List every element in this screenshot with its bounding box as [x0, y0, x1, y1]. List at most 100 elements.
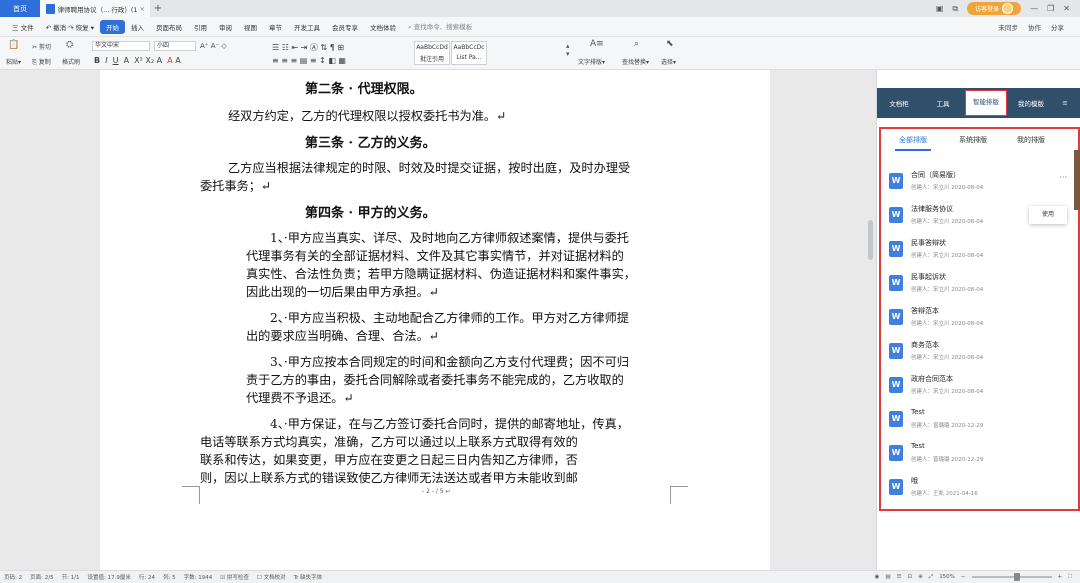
login-button[interactable]: 访客登录 [967, 2, 1022, 15]
menu-references[interactable]: 引用 [188, 22, 213, 32]
subtab-system-layouts[interactable]: 系统排版 [959, 135, 987, 145]
font-grow-shrink[interactable]: A⁺ A⁻ ◇ [200, 42, 227, 50]
layout-item[interactable]: W 答辩范本 创建人：宋立川 2020-08-04 [889, 303, 1069, 333]
home-tab[interactable]: 首页 [0, 0, 40, 17]
command-search[interactable]: ⌕ 查找命令、搜索模板 [402, 21, 478, 32]
layout-item-meta: 创建人：王凯 2021-04-16 [911, 491, 978, 497]
active-subtab-underline [895, 149, 931, 151]
align-buttons[interactable]: ≡ ≡ ≡ ▤ ≡ ↕ ◧ ▦ [272, 56, 346, 65]
more-options-icon[interactable]: ··· [1059, 173, 1067, 182]
zoom-in-icon[interactable]: + [1058, 574, 1063, 580]
text-layout-button[interactable]: 文字排版▾ [578, 57, 605, 66]
layout-item[interactable]: W Test 创建人：曾璐璐 2020-12-29 [889, 439, 1069, 469]
layout-item[interactable]: W 民事答辩状 创建人：宋立川 2020-08-04 [889, 235, 1069, 265]
zoom-slider[interactable] [971, 573, 1052, 581]
layout-item[interactable]: W Test 创建人：曾璐璐 2020-12-29 [889, 405, 1069, 435]
panel-tab-smart-layout[interactable]: 智能排版 [965, 90, 1007, 116]
find-replace-button[interactable]: 查找替换▾ [622, 57, 649, 66]
document-page[interactable]: 第二条 · 代理权限。 经双方约定，乙方的代理权限以授权委托书为准。↵ 第三条 … [100, 70, 770, 570]
collab-button[interactable]: 协作 [1028, 22, 1041, 32]
missing-fonts[interactable]: Tr 缺失字体 [294, 573, 323, 581]
globe-icon[interactable]: ⊕ [918, 574, 923, 580]
layout-item[interactable]: W 民事起诉状 创建人：宋立川 2020-08-04 [889, 269, 1069, 299]
doc-proofread-toggle[interactable]: ☐ 文档校对 [257, 573, 286, 581]
panel-tab-my-templates[interactable]: 我的模版 [1007, 98, 1055, 108]
layout-item[interactable]: W 合同（简易版） 创建人：宋立川 2020-08-04 ··· [889, 167, 1069, 197]
sync-status[interactable]: 未同步 [999, 22, 1019, 32]
paste-icon[interactable]: 📋 [8, 40, 19, 50]
format-painter-button[interactable]: 格式刷 [62, 57, 80, 66]
subtab-all-layouts[interactable]: 全部排版 [899, 135, 927, 145]
copy-label: 复制 [38, 59, 51, 66]
zoom-level[interactable]: 150% [939, 574, 955, 580]
style-gallery-scroll-icon[interactable]: ▴ ▾ [566, 42, 570, 58]
layout-icon[interactable]: ▣ [936, 4, 944, 13]
font-format-buttons[interactable]: B I U A X² X₂ A A A [94, 56, 181, 65]
layout-item-meta: 创建人：宋立川 2020-08-04 [911, 287, 984, 293]
text-layout-icon[interactable]: A≡ [590, 39, 604, 49]
word-doc-icon: W [889, 377, 903, 393]
document-tab[interactable]: 律师聘用协议（... 行政）(1) × [40, 0, 150, 17]
file-menu[interactable]: 三 文件 [6, 22, 40, 32]
format-painter-icon[interactable]: ⛭ [66, 40, 73, 50]
status-word-count[interactable]: 字数: 1944 [184, 573, 213, 581]
minimize-icon[interactable]: — [1030, 4, 1038, 13]
multiwindow-icon[interactable]: ⧉ [952, 4, 958, 14]
outline-view-icon[interactable]: ☰ [897, 574, 902, 580]
menu-member[interactable]: 会员专享 [326, 22, 364, 32]
document-scrollbar[interactable] [868, 220, 873, 260]
web-view-icon[interactable]: ⊡ [908, 574, 913, 580]
layout-item-meta: 创建人：宋立川 2020-08-04 [911, 219, 984, 225]
style1-preview: AaBbCcDd [416, 44, 448, 51]
copy-button[interactable]: ⎘ 复制 [32, 57, 51, 67]
menu-insert[interactable]: 插入 [125, 22, 150, 32]
layout-item-name: 答辩范本 [911, 307, 939, 315]
page-view-icon[interactable]: ▤ [885, 574, 890, 580]
list-buttons[interactable]: ☰ ☷ ⇤ ⇥ Ⓐ ⇅ ¶ ⊞ [272, 42, 344, 53]
menu-view[interactable]: 视图 [238, 22, 263, 32]
font-size-select[interactable]: 小四 [154, 41, 196, 51]
menu-review[interactable]: 审阅 [213, 22, 238, 32]
menu-doc-experience[interactable]: 文档体验 [364, 22, 402, 32]
eye-icon[interactable]: ◉ [875, 574, 880, 580]
panel-menu-icon[interactable]: ≡ [1055, 99, 1075, 107]
clause-3-line3: 代理费不予退还。↵ [246, 391, 354, 405]
menu-section[interactable]: 章节 [263, 22, 288, 32]
restore-icon[interactable]: ❐ [1047, 4, 1054, 13]
menu-developer[interactable]: 开发工具 [288, 22, 326, 32]
style-comment-ref[interactable]: AaBbCcDd 批注引用 [414, 41, 450, 65]
fullscreen-icon[interactable]: ⛶ [1068, 574, 1072, 581]
word-doc-icon: W [889, 343, 903, 359]
panel-tab-document-cabinet[interactable]: 文档柜 [877, 98, 921, 108]
status-page-count: 页面: 2/5 [30, 575, 54, 581]
style-list-paragraph[interactable]: AaBbCcDc List Pa... [451, 41, 487, 65]
paste-button[interactable]: 粘贴▾ [6, 57, 21, 66]
layout-item-meta: 创建人：宋立川 2020-08-04 [911, 253, 984, 259]
find-replace-icon[interactable]: ⌕ [634, 39, 639, 49]
new-tab-button[interactable]: + [150, 3, 166, 14]
panel-tab-tools[interactable]: 工具 [921, 98, 965, 108]
zoom-slider-knob[interactable] [1013, 573, 1020, 581]
clause-4-line1: 4、·甲方保证，在与乙方签订委托合同时，提供的邮寄地址，传真， [270, 417, 629, 431]
cut-button[interactable]: ✂ 剪切 [32, 42, 51, 51]
font-name-select[interactable]: 华文中宋 [92, 41, 150, 51]
layout-item[interactable]: W 政府合同范本 创建人：宋立川 2020-08-04 [889, 371, 1069, 401]
tab-close-icon[interactable]: × [140, 5, 145, 13]
menu-start[interactable]: 开始 [100, 19, 125, 34]
clause-2-line2: 出的要求应当明确、合理、合法。↵ [246, 329, 440, 343]
layout-item[interactable]: W 哦 创建人：王凯 2021-04-16 [889, 473, 1069, 503]
smart-layout-panel: 文档柜 工具 智能排版 我的模版 ≡ 全部排版 系统排版 我的排版 W 合同（简… [876, 70, 1080, 570]
select-cursor-icon[interactable]: ⬉ [666, 39, 674, 49]
subtab-my-layouts[interactable]: 我的排版 [1017, 135, 1045, 145]
share-button[interactable]: 分享 [1051, 22, 1064, 32]
article-2-heading: 第二条 · 代理权限。 [305, 82, 423, 97]
zoom-out-icon[interactable]: − [961, 574, 966, 580]
undo-redo[interactable]: ↶ 撤消 ↷ 恢复 ▾ [40, 22, 100, 32]
spell-check-toggle[interactable]: ☑ 拼写检查 [220, 573, 249, 581]
select-button[interactable]: 选择▾ [661, 57, 676, 66]
menu-page-layout[interactable]: 页面布局 [150, 22, 188, 32]
use-layout-popup[interactable]: 使用 [1029, 206, 1067, 224]
close-icon[interactable]: ✕ [1063, 4, 1070, 13]
fit-icon[interactable]: ⤢ [929, 574, 933, 581]
layout-item[interactable]: W 商务范本 创建人：宋立川 2020-08-04 [889, 337, 1069, 367]
